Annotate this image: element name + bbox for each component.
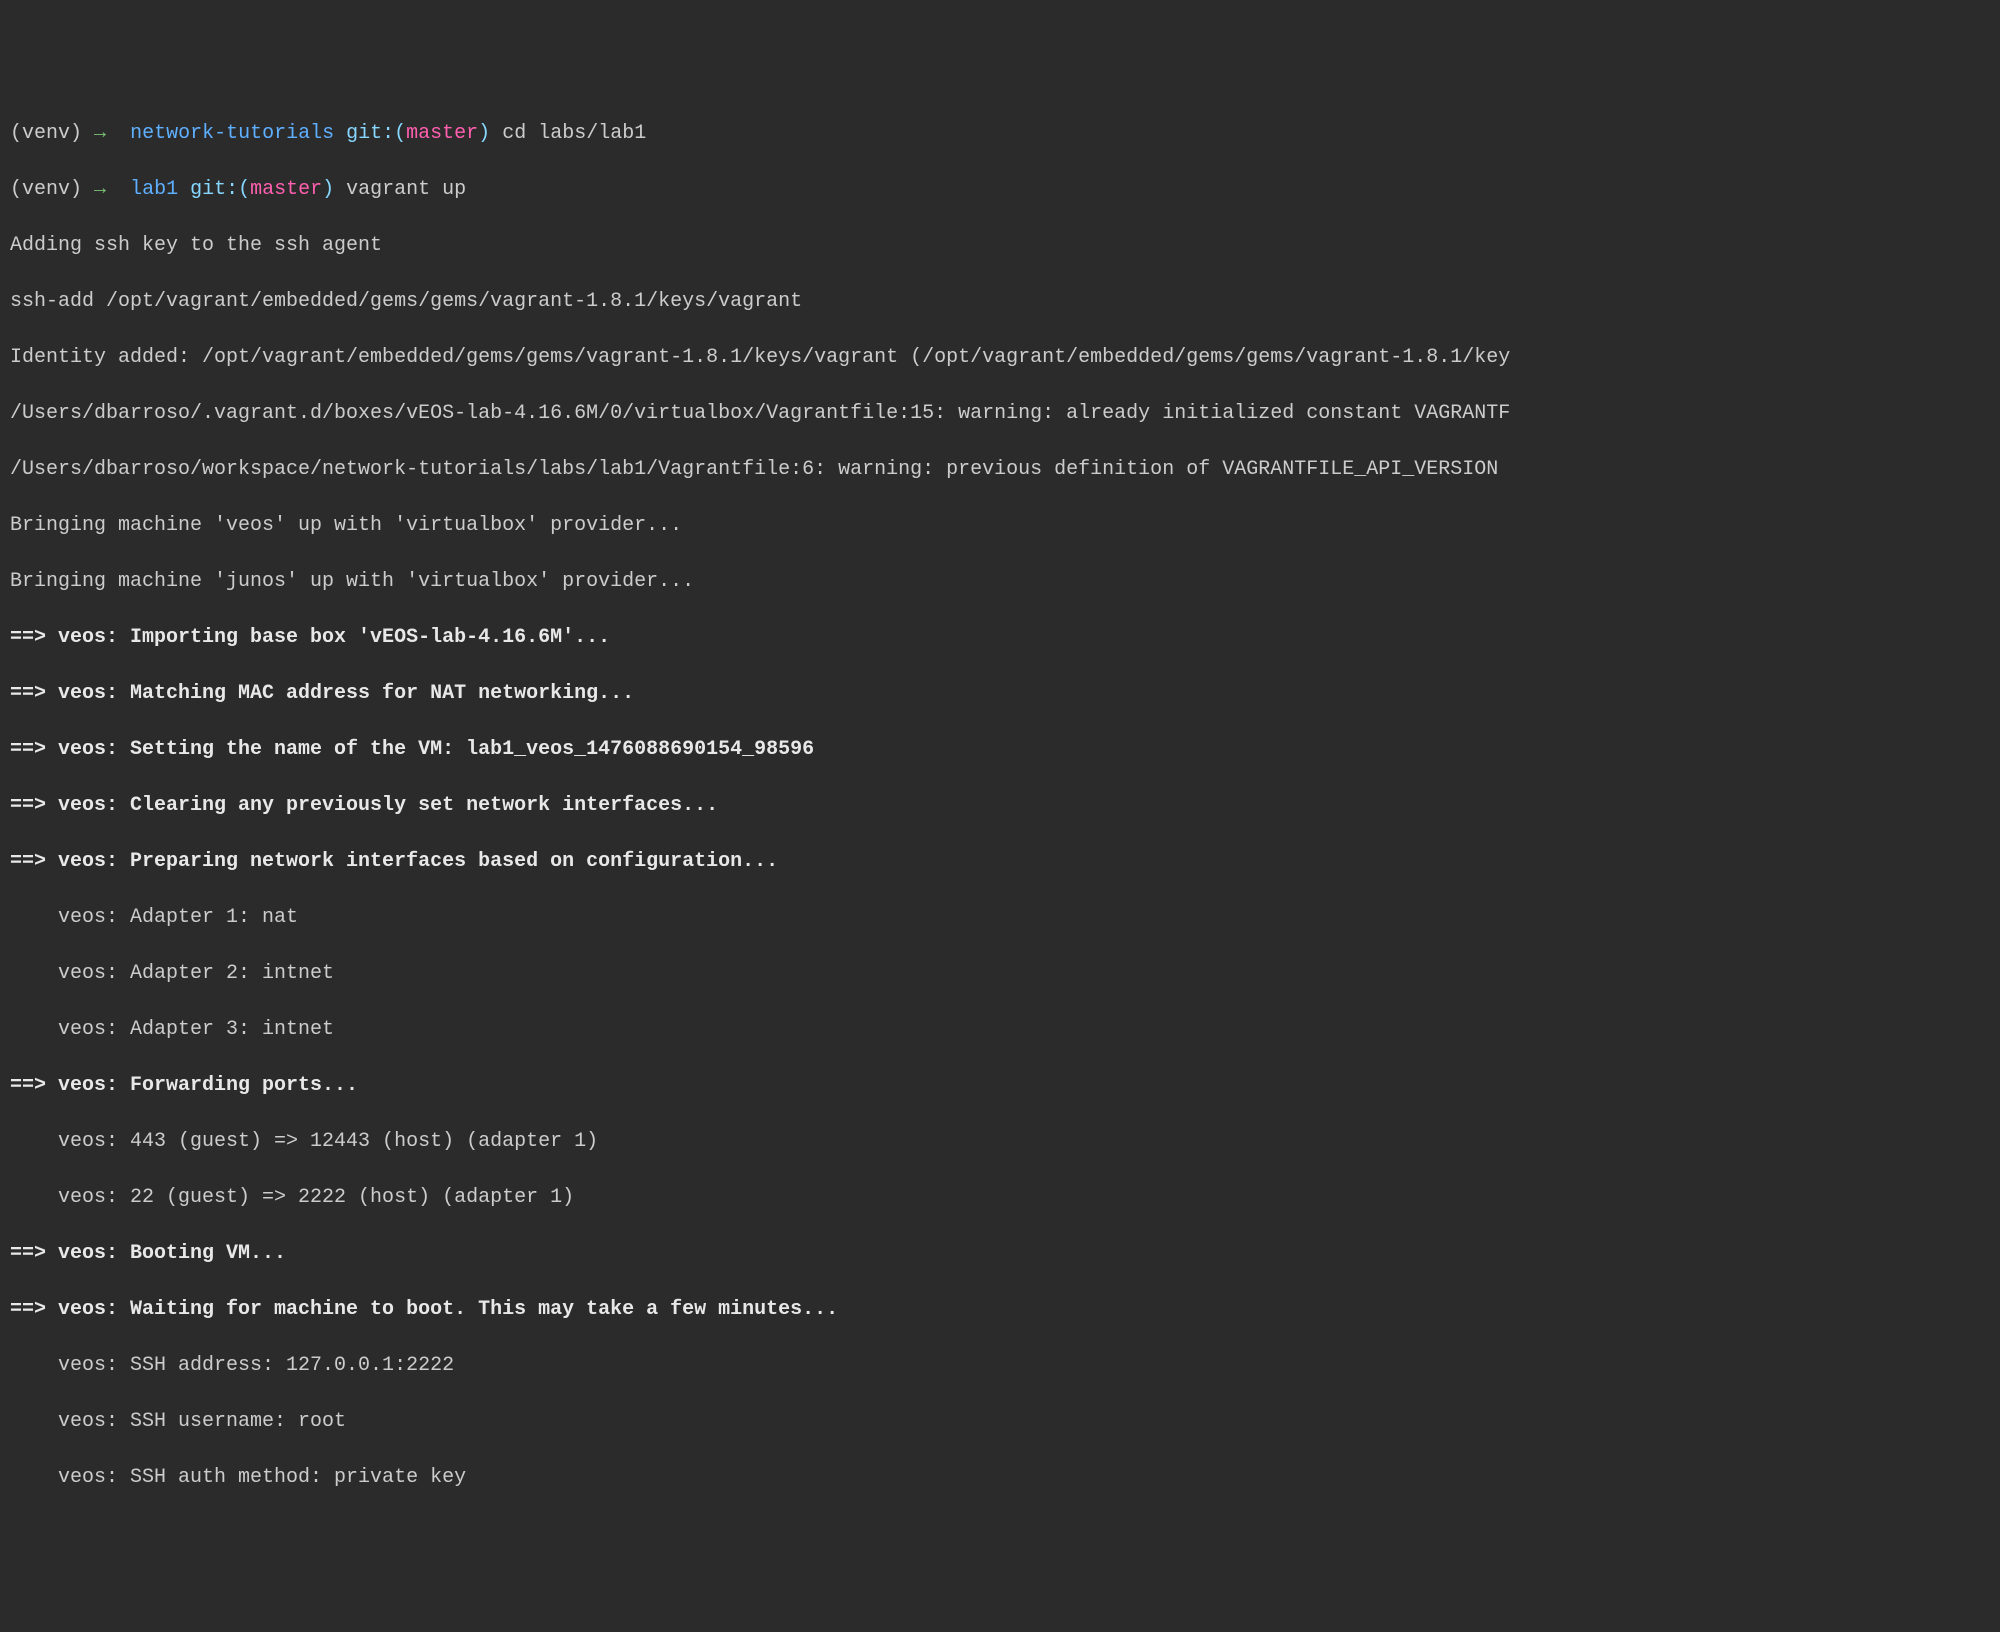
terminal-line-prompt-2[interactable]: (venv) → lab1 git:(master) vagrant up [10, 176, 1990, 204]
terminal-output-line: /Users/dbarroso/workspace/network-tutori… [10, 456, 1990, 484]
terminal-output-line: ==> veos: Forwarding ports... [10, 1072, 1990, 1100]
terminal-output-line: ssh-add /opt/vagrant/embedded/gems/gems/… [10, 288, 1990, 316]
terminal-output-line: ==> veos: Setting the name of the VM: la… [10, 736, 1990, 764]
terminal-output-line: ==> veos: Waiting for machine to boot. T… [10, 1296, 1990, 1324]
command-text: vagrant up [346, 178, 466, 201]
venv-indicator: (venv) [10, 122, 82, 145]
command-text: cd labs/lab1 [502, 122, 646, 145]
terminal-output-line: ==> veos: Matching MAC address for NAT n… [10, 680, 1990, 708]
terminal-output-line: veos: SSH username: root [10, 1408, 1990, 1436]
prompt-arrow-icon: → [94, 122, 106, 145]
terminal-output-line: /Users/dbarroso/.vagrant.d/boxes/vEOS-la… [10, 400, 1990, 428]
terminal-output-line: Identity added: /opt/vagrant/embedded/ge… [10, 344, 1990, 372]
git-label: git:( [346, 122, 406, 145]
terminal-output-line: veos: 443 (guest) => 12443 (host) (adapt… [10, 1128, 1990, 1156]
terminal-output-line: ==> veos: Clearing any previously set ne… [10, 792, 1990, 820]
git-close: ) [322, 178, 334, 201]
git-branch: master [250, 178, 322, 201]
terminal-output-line: veos: 22 (guest) => 2222 (host) (adapter… [10, 1184, 1990, 1212]
terminal-output-line: ==> veos: Booting VM... [10, 1240, 1990, 1268]
git-branch: master [406, 122, 478, 145]
terminal-output-line: veos: Adapter 3: intnet [10, 1016, 1990, 1044]
git-label: git:( [190, 178, 250, 201]
git-close: ) [478, 122, 490, 145]
terminal-output-line: Bringing machine 'veos' up with 'virtual… [10, 512, 1990, 540]
terminal-output-line: veos: Adapter 1: nat [10, 904, 1990, 932]
terminal-output-line: Bringing machine 'junos' up with 'virtua… [10, 568, 1990, 596]
venv-indicator: (venv) [10, 178, 82, 201]
terminal-line-prompt-1[interactable]: (venv) → network-tutorials git:(master) … [10, 120, 1990, 148]
terminal-output-line: ==> veos: Importing base box 'vEOS-lab-4… [10, 624, 1990, 652]
terminal-output-line: ==> veos: Preparing network interfaces b… [10, 848, 1990, 876]
terminal-output-line: veos: SSH auth method: private key [10, 1464, 1990, 1492]
terminal-output-line: veos: SSH address: 127.0.0.1:2222 [10, 1352, 1990, 1380]
terminal-output-line: Adding ssh key to the ssh agent [10, 232, 1990, 260]
prompt-arrow-icon: → [94, 178, 106, 201]
current-directory: lab1 [130, 178, 178, 201]
current-directory: network-tutorials [130, 122, 334, 145]
terminal-output-line: veos: Adapter 2: intnet [10, 960, 1990, 988]
